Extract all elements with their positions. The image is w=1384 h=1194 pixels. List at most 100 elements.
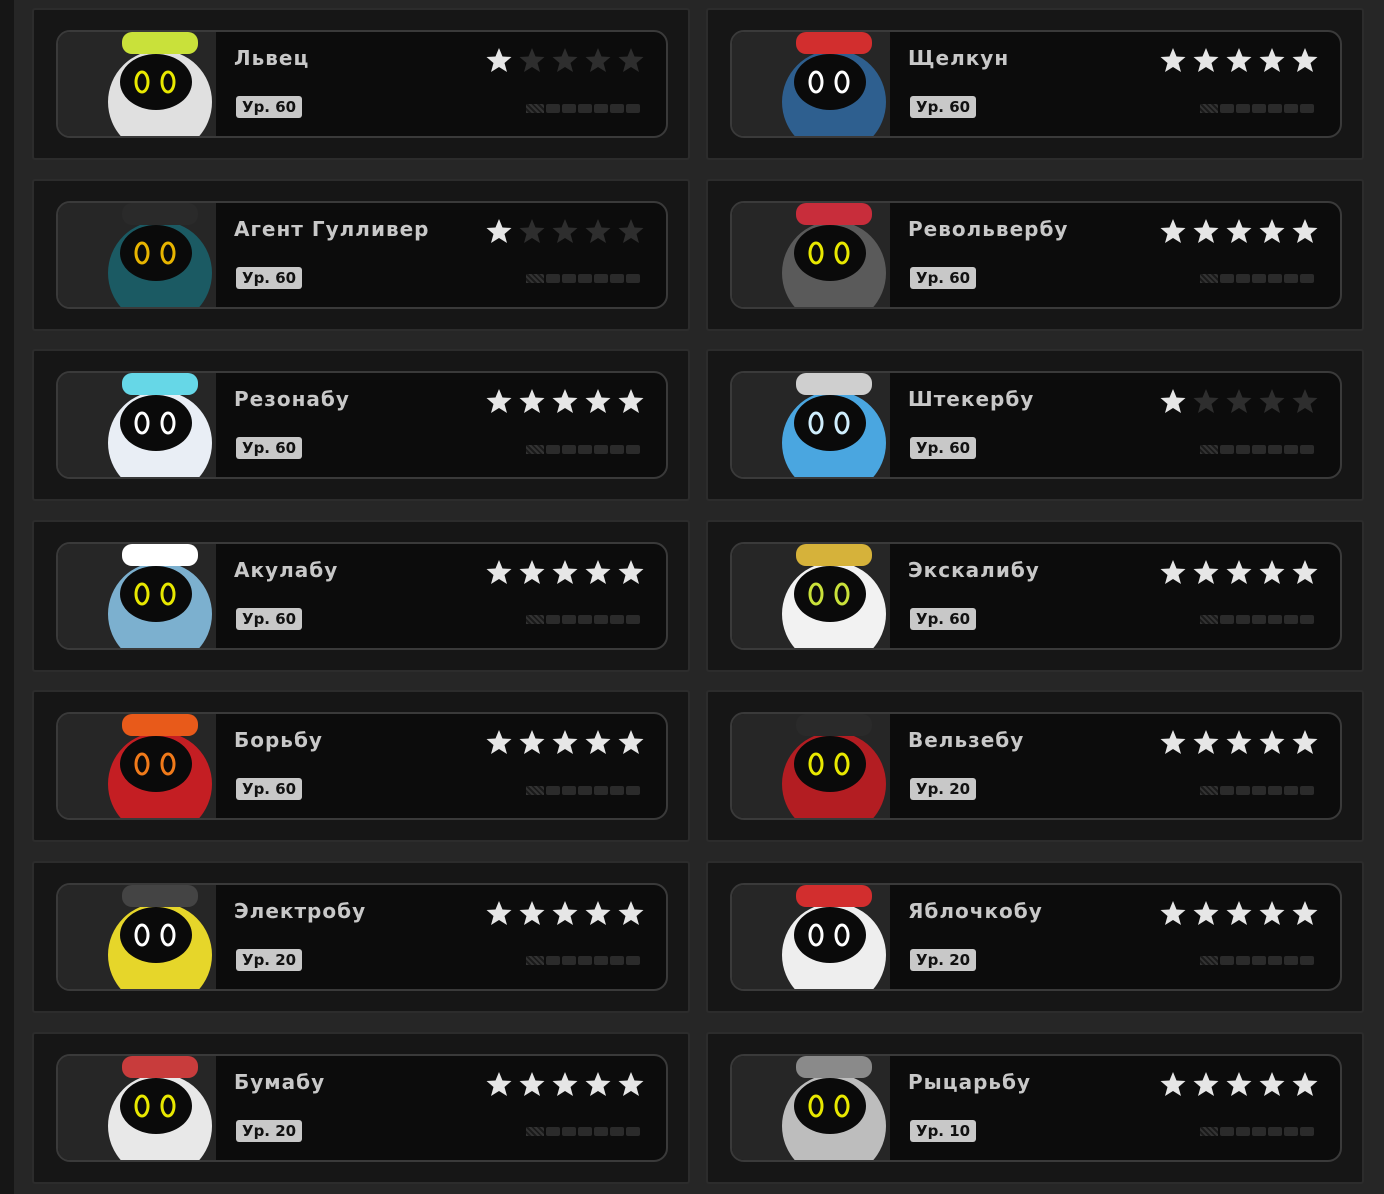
skill-slots-placeholder [1200, 955, 1320, 967]
star-filled-icon [1193, 730, 1219, 755]
left-scroll-rail [0, 0, 14, 1194]
star-filled-icon [1259, 559, 1285, 584]
placeholder-pattern [526, 1127, 544, 1137]
bangboo-portrait [732, 373, 890, 478]
level-badge: Ур. 60 [236, 266, 303, 289]
level-badge: Ур. 20 [910, 948, 977, 971]
placeholder-block [578, 1127, 592, 1137]
placeholder-block [1252, 274, 1266, 284]
bangboo-card[interactable]: Револьвербу Ур. 60 [730, 200, 1342, 309]
placeholder-block [1236, 956, 1250, 966]
skill-slots-placeholder [1200, 614, 1320, 626]
star-filled-icon [1160, 1071, 1186, 1096]
star-filled-icon [519, 730, 545, 755]
bangboo-card[interactable]: Вельзебу Ур. 20 [730, 712, 1342, 821]
bangboo-card[interactable]: Электробу Ур. 20 [56, 882, 668, 991]
bangboo-card[interactable]: Щелкун Ур. 60 [730, 30, 1342, 138]
bangboo-portrait [732, 884, 890, 989]
placeholder-block [1220, 1127, 1234, 1137]
bangboo-name: Акулабу [234, 557, 339, 582]
placeholder-block [610, 956, 624, 966]
placeholder-block [578, 615, 592, 625]
placeholder-block [1252, 615, 1266, 625]
star-filled-icon [1160, 218, 1186, 243]
bangboo-grid: Львец Ур. 60 Щелкун Ур. 60 Агент Гулливер Ур.… [32, 8, 1364, 1184]
placeholder-block [1300, 444, 1314, 454]
placeholder-block [626, 103, 640, 113]
star-filled-icon [1292, 218, 1318, 243]
placeholder-pattern [1200, 103, 1218, 113]
placeholder-block [1220, 444, 1234, 454]
star-empty-icon [1292, 389, 1318, 414]
placeholder-block [562, 615, 576, 625]
star-rating [484, 46, 646, 76]
placeholder-block [562, 444, 576, 454]
bangboo-slot: Рыцарьбу Ур. 10 [706, 1031, 1364, 1184]
bangboo-slot: Яблочкобу Ур. 20 [706, 860, 1364, 1013]
star-filled-icon [585, 730, 611, 755]
placeholder-block [1252, 785, 1266, 795]
bangboo-card[interactable]: Бумабу Ур. 20 [56, 1053, 668, 1162]
placeholder-block [1284, 103, 1298, 113]
bangboo-card[interactable]: Штекербу Ур. 60 [730, 371, 1342, 480]
placeholder-block [626, 615, 640, 625]
level-badge: Ур. 60 [910, 96, 977, 118]
bangboo-card[interactable]: Яблочкобу Ур. 20 [730, 882, 1342, 991]
star-filled-icon [486, 389, 512, 414]
bangboo-portrait [732, 202, 890, 307]
bangboo-card[interactable]: Резонабу Ур. 60 [56, 371, 668, 480]
star-empty-icon [618, 48, 644, 72]
placeholder-block [594, 274, 608, 284]
bangboo-card[interactable]: Борьбу Ур. 60 [56, 712, 668, 821]
star-filled-icon [486, 218, 512, 243]
placeholder-block [546, 444, 560, 454]
star-filled-icon [1292, 48, 1318, 72]
star-filled-icon [1160, 730, 1186, 755]
bangboo-card[interactable]: Акулабу Ур. 60 [56, 541, 668, 650]
bangboo-name: Электробу [234, 898, 367, 923]
placeholder-block [1284, 444, 1298, 454]
bangboo-slot: Штекербу Ур. 60 [706, 349, 1364, 502]
bangboo-portrait [732, 32, 890, 136]
star-filled-icon [1259, 218, 1285, 243]
level-badge: Ур. 60 [910, 437, 977, 460]
placeholder-pattern [1200, 444, 1218, 454]
placeholder-pattern [526, 615, 544, 625]
bangboo-card[interactable]: Львец Ур. 60 [56, 30, 668, 138]
bangboo-card[interactable]: Рыцарьбу Ур. 10 [730, 1053, 1342, 1162]
star-filled-icon [519, 1071, 545, 1096]
bangboo-card[interactable]: Агент Гулливер Ур. 60 [56, 200, 668, 309]
star-filled-icon [618, 900, 644, 925]
star-filled-icon [1160, 48, 1186, 72]
placeholder-block [1252, 103, 1266, 113]
star-filled-icon [1259, 48, 1285, 72]
placeholder-block [546, 103, 560, 113]
star-rating [484, 728, 646, 758]
star-filled-icon [1193, 559, 1219, 584]
placeholder-block [578, 274, 592, 284]
bangboo-card[interactable]: Экскалибу Ур. 60 [730, 541, 1342, 650]
placeholder-block [594, 956, 608, 966]
star-empty-icon [552, 218, 578, 243]
bangboo-portrait [58, 202, 216, 307]
placeholder-block [1300, 615, 1314, 625]
bangboo-name: Яблочкобу [908, 898, 1043, 923]
placeholder-block [626, 1127, 640, 1137]
skill-slots-placeholder [1200, 1126, 1320, 1138]
star-filled-icon [486, 559, 512, 584]
star-filled-icon [1226, 559, 1252, 584]
star-filled-icon [486, 900, 512, 925]
star-rating [484, 1070, 646, 1100]
star-rating [484, 217, 646, 247]
skill-slots-placeholder [526, 273, 646, 285]
placeholder-block [562, 103, 576, 113]
placeholder-block [1252, 1127, 1266, 1137]
placeholder-block [594, 615, 608, 625]
star-empty-icon [585, 48, 611, 72]
placeholder-block [1300, 956, 1314, 966]
star-filled-icon [1292, 900, 1318, 925]
placeholder-block [578, 444, 592, 454]
bangboo-name: Рыцарьбу [908, 1069, 1032, 1094]
skill-slots-placeholder [1200, 443, 1320, 455]
skill-slots-placeholder [526, 955, 646, 967]
